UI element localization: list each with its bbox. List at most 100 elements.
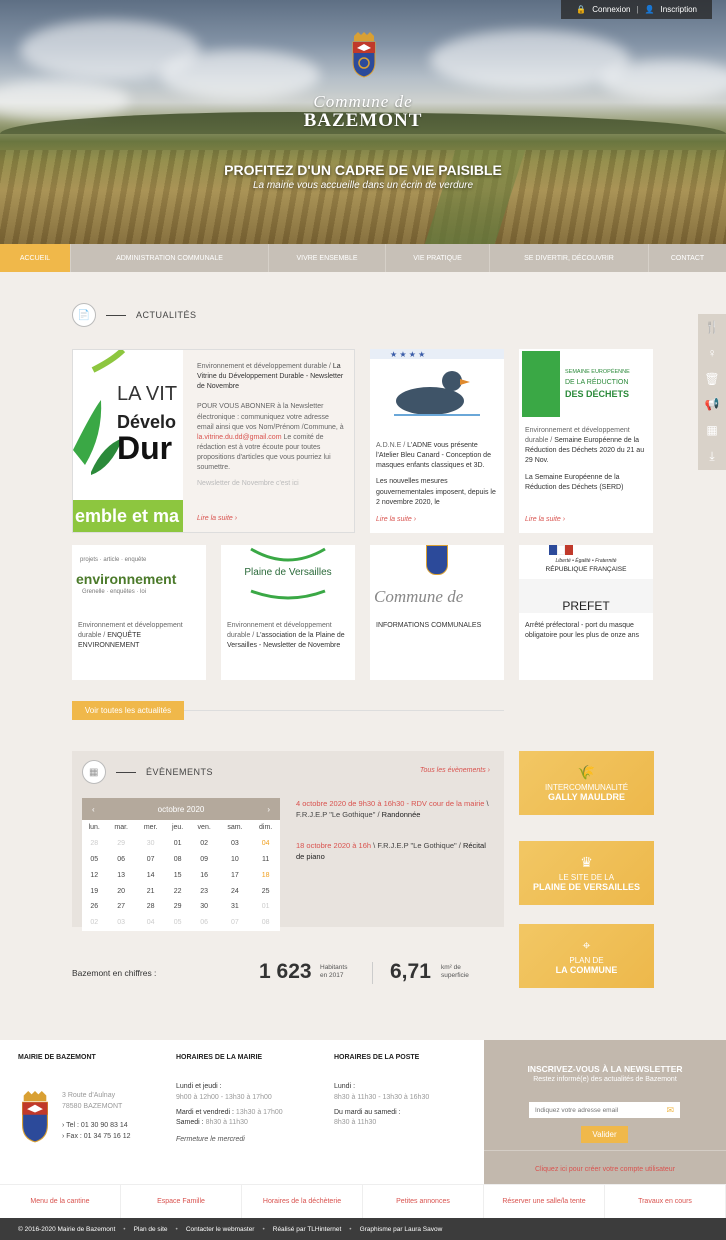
calendar-day[interactable]: 28 xyxy=(82,836,106,852)
read-more-link[interactable]: Lire la suite › xyxy=(376,516,416,523)
calendar-day[interactable]: 10 xyxy=(218,852,251,868)
calendar-day[interactable]: 07 xyxy=(136,852,165,868)
fork-knife-icon[interactable]: 🍴 xyxy=(705,320,720,334)
duck-image: ★ ★ ★ ★ xyxy=(370,349,504,431)
calendar-day[interactable]: 03 xyxy=(106,915,135,931)
nav-item-contact[interactable]: Contact xyxy=(649,244,726,272)
all-events-link[interactable]: Tous les évènements › xyxy=(420,767,490,774)
signup-link[interactable]: Inscription xyxy=(661,5,697,14)
calendar-day[interactable]: 02 xyxy=(190,836,219,852)
calendar-day[interactable]: 06 xyxy=(190,915,219,931)
calendar-day[interactable]: 05 xyxy=(82,852,106,868)
calendar-day[interactable]: 29 xyxy=(165,899,189,915)
promo-intercommunalite[interactable]: 🌾 INTERCOMMUNALITÉ GALLY MAULDRE xyxy=(519,751,654,815)
download-icon[interactable]: ⤓ xyxy=(709,449,714,464)
calendar-day[interactable]: 19 xyxy=(82,883,106,899)
all-news-button[interactable]: Voir toutes les actualités xyxy=(72,701,184,720)
shop-icon[interactable]: ▦ xyxy=(706,423,717,437)
promo-plaine-versailles[interactable]: ♛ LE SITE DE LA PLAINE DE VERSAILLES xyxy=(519,841,654,905)
newsletter-submit-button[interactable]: Valider xyxy=(581,1126,628,1143)
news-card[interactable]: Plaine de Versailles Environnement et dé… xyxy=(221,545,355,680)
contact-webmaster-link[interactable]: Contacter le webmaster xyxy=(186,1226,255,1233)
calendar-day[interactable]: 07 xyxy=(218,915,251,931)
calendar-day[interactable]: 21 xyxy=(136,883,165,899)
calendar-day[interactable]: 11 xyxy=(251,852,280,868)
calendar-day[interactable]: 14 xyxy=(136,867,165,883)
calendar-day[interactable]: 30 xyxy=(190,899,219,915)
next-month-icon[interactable]: › xyxy=(267,805,270,814)
news-card[interactable]: projets · article · enquête environnemen… xyxy=(72,545,206,680)
prev-month-icon[interactable]: ‹ xyxy=(92,805,95,814)
promo-plan-commune[interactable]: ⌖ PLAN DE LA COMMUNE xyxy=(519,924,654,988)
calendar-day[interactable]: 29 xyxy=(106,836,135,852)
nav-item-vivre-ensemble[interactable]: Vivre ensemble xyxy=(269,244,386,272)
news-card[interactable]: Liberté • Égalité • Fraternité RÉPUBLIQU… xyxy=(519,545,653,680)
calendar-day[interactable]: 03 xyxy=(218,836,251,852)
calendar-day[interactable]: 04 xyxy=(136,915,165,931)
person-icon[interactable]: ♀ xyxy=(708,346,717,360)
trash-icon[interactable]: 🗑 xyxy=(704,372,719,386)
quick-link-cantine[interactable]: Menu de la cantine xyxy=(0,1185,121,1218)
create-account-link[interactable]: Cliquez ici pour créer votre compte util… xyxy=(484,1166,726,1173)
hours-time: 13h30 à 17h00 xyxy=(235,1108,283,1116)
read-more-link[interactable]: Lire la suite › xyxy=(525,516,565,523)
credits-link[interactable]: Réalisé par TLHinternet xyxy=(273,1226,342,1233)
bullet: • xyxy=(349,1225,352,1233)
event-item[interactable]: 18 octobre 2020 à 16h \ F.R.J.E.P "Le Go… xyxy=(296,841,492,863)
calendar-day[interactable]: 22 xyxy=(165,883,189,899)
calendar-day[interactable]: 02 xyxy=(82,915,106,931)
sitemap-link[interactable]: Plan de site xyxy=(134,1226,168,1233)
calendar-day[interactable]: 13 xyxy=(106,867,135,883)
calendar-day[interactable]: 17 xyxy=(218,867,251,883)
quick-link-annonces[interactable]: Petites annonces xyxy=(363,1185,484,1218)
newsletter-email-field[interactable]: ✉ xyxy=(529,1102,680,1118)
news-card[interactable]: ★ ★ ★ ★ A.D.N.E / L'ADNE vous présente l… xyxy=(370,349,504,533)
calendar-day[interactable]: 30 xyxy=(136,836,165,852)
calendar-day[interactable]: 06 xyxy=(106,852,135,868)
quick-link-decheterie[interactable]: Horaires de la déchèterie xyxy=(242,1185,363,1218)
calendar-day[interactable]: 09 xyxy=(190,852,219,868)
featured-read-more-link[interactable]: Lire la suite › xyxy=(197,515,237,522)
event-date[interactable]: 4 octobre 2020 de 9h30 à 16h30 - RDV cou… xyxy=(296,799,484,808)
calendar-day[interactable]: 27 xyxy=(106,899,135,915)
fax: › Fax : 01 34 75 16 12 xyxy=(62,1132,131,1140)
quick-link-salle[interactable]: Réserver une salle/la tente xyxy=(484,1185,605,1218)
calendar-day[interactable]: 23 xyxy=(190,883,219,899)
calendar-day[interactable]: 01 xyxy=(165,836,189,852)
calendar-day[interactable]: 01 xyxy=(251,899,280,915)
event-item[interactable]: 4 octobre 2020 de 9h30 à 16h30 - RDV cou… xyxy=(296,799,492,821)
calendar-day[interactable]: 08 xyxy=(251,915,280,931)
nav-item-vie-pratique[interactable]: Vie pratique xyxy=(386,244,490,272)
calendar-day[interactable]: 20 xyxy=(106,883,135,899)
newsletter-email-input[interactable] xyxy=(535,1106,655,1114)
featured-email-link[interactable]: la.vitrine.du.dd@gmail.com xyxy=(197,434,282,441)
calendar-day[interactable]: 26 xyxy=(82,899,106,915)
phone[interactable]: › Tel : 01 30 90 83 14 xyxy=(62,1121,162,1132)
graphics-credit-link[interactable]: Graphisme par Laura Savow xyxy=(360,1226,443,1233)
calendar-day[interactable]: 08 xyxy=(165,852,189,868)
quick-link-travaux[interactable]: Travaux en cours xyxy=(605,1185,726,1218)
calendar-day[interactable]: 04 xyxy=(251,836,280,852)
news-title[interactable]: Arrêté préfectoral - port du masque obli… xyxy=(525,622,639,639)
calendar-day[interactable]: 28 xyxy=(136,899,165,915)
news-card[interactable]: SEMAINE EUROPÉENNE DE LA RÉDUCTION DES D… xyxy=(519,349,653,533)
calendar-day[interactable]: 18 xyxy=(251,867,280,883)
nav-item-divertir[interactable]: Se divertir, découvrir xyxy=(490,244,649,272)
calendar-day[interactable]: 05 xyxy=(165,915,189,931)
featured-news-card[interactable]: LA VIT Dévelo Dur emble et ma Environnem… xyxy=(72,349,355,533)
megaphone-icon[interactable]: 📢 xyxy=(705,397,720,411)
quick-link-famille[interactable]: Espace Famille xyxy=(121,1185,242,1218)
nav-item-accueil[interactable]: Accueil xyxy=(0,244,71,272)
calendar-day[interactable]: 16 xyxy=(190,867,219,883)
calendar-day[interactable]: 12 xyxy=(82,867,106,883)
calendar-day[interactable]: 31 xyxy=(218,899,251,915)
calendar-day[interactable]: 25 xyxy=(251,883,280,899)
news-card[interactable]: Commune de INFORMATIONS COMMUNALES xyxy=(370,545,504,680)
nav-item-administration[interactable]: Administration communale xyxy=(71,244,269,272)
hours-line-2: Mardi et vendredi : 13h30 à 17h00 xyxy=(176,1108,316,1119)
news-title[interactable]: INFORMATIONS COMMUNALES xyxy=(376,622,481,629)
login-link[interactable]: Connexion xyxy=(592,5,630,14)
event-date[interactable]: 18 octobre 2020 à 16h xyxy=(296,841,371,850)
calendar-day[interactable]: 15 xyxy=(165,867,189,883)
calendar-day[interactable]: 24 xyxy=(218,883,251,899)
